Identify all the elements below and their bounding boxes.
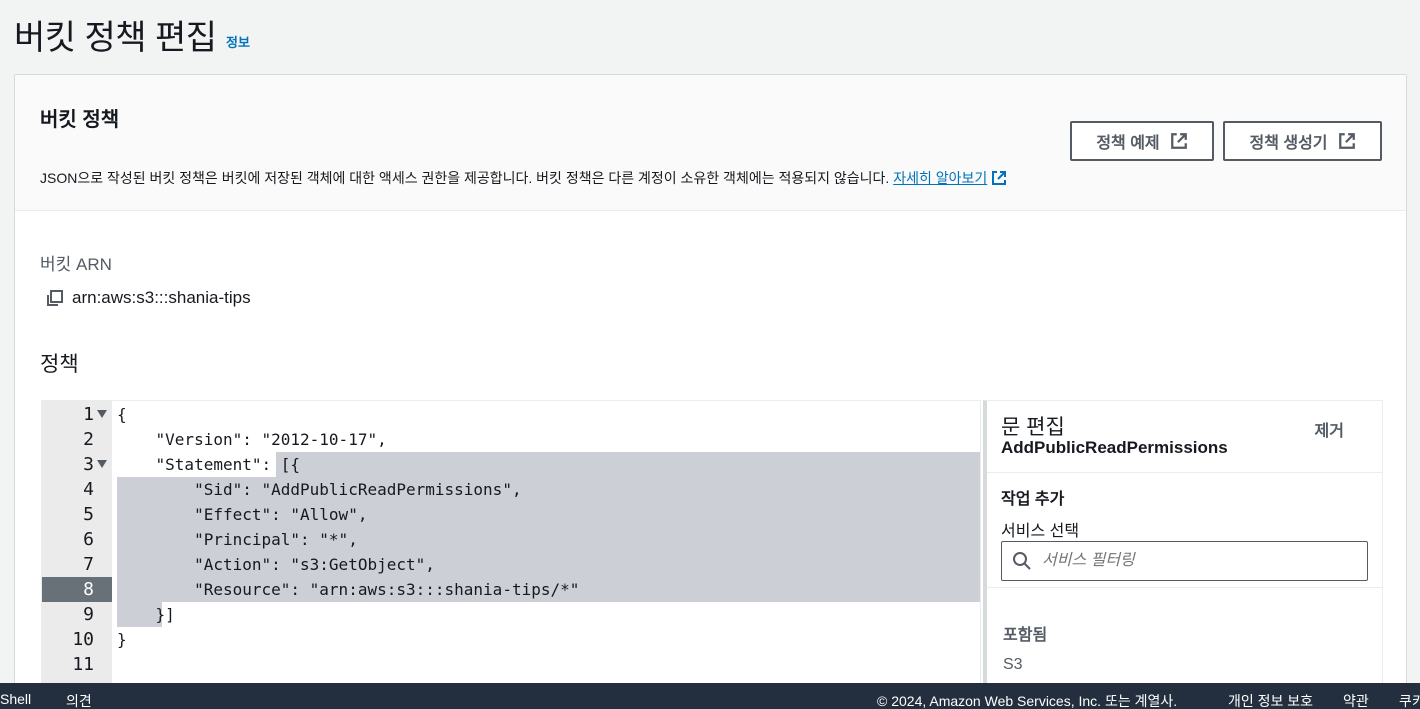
description-text: JSON으로 작성된 버킷 정책은 버킷에 저장된 객체에 대한 액세스 권한을…	[40, 170, 890, 186]
code-line: 6 "Principal": "*",	[42, 527, 980, 552]
divider	[987, 587, 1382, 588]
code-text: }	[117, 630, 127, 649]
line-number: 8	[83, 579, 94, 600]
cookies-link[interactable]: 쿠키	[1399, 691, 1420, 709]
included-heading: 포함됨	[1003, 627, 1048, 644]
code-line: 5 "Effect": "Allow",	[42, 502, 980, 527]
line-number: 9	[83, 604, 94, 625]
learn-more-label: 자세히 알아보기	[893, 170, 988, 186]
line-number: 3	[83, 454, 94, 475]
code-line: 3 "Statement": [{	[42, 452, 980, 477]
code-text: "Action": "s3:GetObject",	[117, 555, 435, 574]
remove-statement-button[interactable]: 제거	[1315, 417, 1344, 441]
policy-code-editor[interactable]: 1 { 2 "Version": "2012-10-17", 3 "Statem…	[41, 400, 981, 709]
line-number: 4	[83, 479, 94, 500]
policy-generator-button[interactable]: 정책 생성기	[1223, 121, 1382, 161]
code-line: 11	[42, 652, 980, 677]
select-service-label: 서비스 선택	[1001, 523, 1080, 540]
external-link-icon	[992, 171, 1007, 185]
line-number: 10	[72, 629, 94, 650]
code-text: "Principal": "*",	[117, 530, 358, 549]
policy-examples-button[interactable]: 정책 예제	[1070, 121, 1214, 161]
learn-more-link[interactable]: 자세히 알아보기	[893, 170, 1007, 186]
privacy-link[interactable]: 개인 정보 보호	[1228, 691, 1313, 709]
footer-bar: Shell 의견 © 2024, Amazon Web Services, In…	[0, 683, 1420, 709]
bucket-arn-value: arn:aws:s3:::shania-tips	[72, 288, 251, 307]
fold-arrow-icon[interactable]	[97, 410, 107, 418]
feedback-link[interactable]: 의견	[66, 691, 92, 709]
page-title: 버킷 정책 편집	[14, 19, 217, 57]
code-text: "Statement": [{	[117, 455, 301, 474]
divider	[987, 472, 1382, 473]
line-number: 5	[83, 504, 94, 525]
code-text: "Resource": "arn:aws:s3:::shania-tips/*"	[117, 580, 580, 599]
statement-editor-title: 문 편집	[1001, 416, 1065, 439]
code-line: 10 }	[42, 627, 980, 652]
statement-sid: AddPublicReadPermissions	[1001, 438, 1228, 457]
policy-generator-label: 정책 생성기	[1249, 135, 1328, 152]
line-number: 11	[72, 654, 94, 675]
code-line: 4 "Sid": "AddPublicReadPermissions",	[42, 477, 980, 502]
cloudshell-link[interactable]: Shell	[0, 691, 31, 707]
statement-editor-panel: 문 편집 AddPublicReadPermissions 제거 작업 추가 서…	[983, 400, 1383, 709]
service-filter-input[interactable]	[1042, 552, 1342, 570]
line-number: 2	[83, 429, 94, 450]
code-line-active: 8 "Resource": "arn:aws:s3:::shania-tips/…	[42, 577, 980, 602]
line-number: 1	[83, 404, 94, 425]
external-link-icon	[1338, 133, 1355, 149]
code-text: "Effect": "Allow",	[117, 505, 368, 524]
external-link-icon	[1170, 133, 1187, 149]
policy-examples-label: 정책 예제	[1096, 135, 1160, 152]
code-line: 1 {	[42, 402, 980, 427]
bucket-arn-label: 버킷 ARN	[40, 255, 112, 274]
terms-link[interactable]: 약관	[1343, 691, 1369, 709]
line-number: 7	[83, 554, 94, 575]
code-text: "Version": "2012-10-17",	[117, 430, 387, 449]
info-link[interactable]: 정보	[226, 32, 250, 51]
bucket-policy-card: 버킷 정책 JSON으로 작성된 버킷 정책은 버킷에 저장된 객체에 대한 액…	[14, 74, 1407, 709]
card-title: 버킷 정책	[40, 109, 120, 131]
included-service[interactable]: S3	[1003, 656, 1023, 674]
policy-label: 정책	[40, 353, 79, 376]
add-action-heading: 작업 추가	[1001, 491, 1065, 508]
search-icon	[1013, 552, 1031, 570]
code-line: 2 "Version": "2012-10-17",	[42, 427, 980, 452]
code-line: 9 }]	[42, 602, 980, 627]
fold-arrow-icon[interactable]	[97, 460, 107, 468]
copyright-text: © 2024, Amazon Web Services, Inc. 또는 계열사…	[877, 693, 1178, 709]
bucket-arn-row: arn:aws:s3:::shania-tips	[46, 288, 251, 308]
card-header: 버킷 정책 JSON으로 작성된 버킷 정책은 버킷에 저장된 객체에 대한 액…	[15, 75, 1406, 211]
copy-icon[interactable]	[46, 289, 64, 307]
code-line: 7 "Action": "s3:GetObject",	[42, 552, 980, 577]
line-number: 6	[83, 529, 94, 550]
card-description: JSON으로 작성된 버킷 정책은 버킷에 저장된 객체에 대한 액세스 권한을…	[40, 168, 1007, 188]
code-text: {	[117, 405, 127, 424]
service-filter-field[interactable]	[1001, 541, 1368, 581]
code-text: }]	[117, 605, 175, 624]
code-text: "Sid": "AddPublicReadPermissions",	[117, 480, 522, 499]
